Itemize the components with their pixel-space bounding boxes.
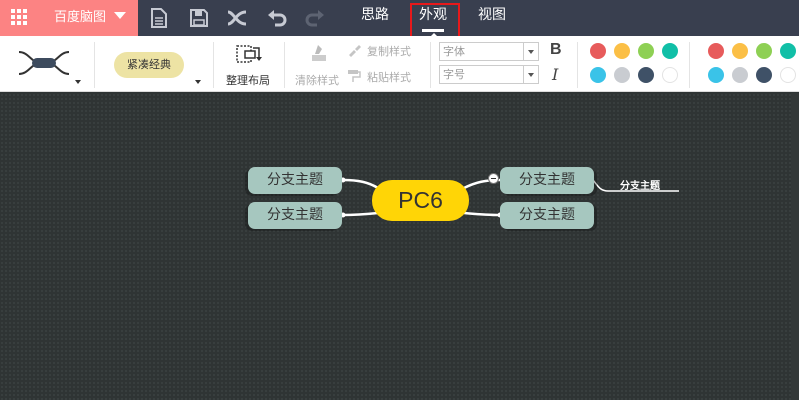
branch-topic-left-1[interactable]: 分支主题 xyxy=(248,167,342,194)
root-topic[interactable]: PC6 xyxy=(372,180,469,221)
branch-topic-right-2[interactable]: 分支主题 xyxy=(500,202,594,229)
branch-topic-left-2[interactable]: 分支主题 xyxy=(248,202,342,229)
collapse-toggle[interactable] xyxy=(488,173,499,184)
canvas-scrollbar[interactable] xyxy=(791,93,799,400)
sub-topic[interactable]: 分支主题 xyxy=(620,177,660,192)
branch-topic-right-1[interactable]: 分支主题 xyxy=(500,167,594,194)
minus-icon xyxy=(491,178,496,179)
